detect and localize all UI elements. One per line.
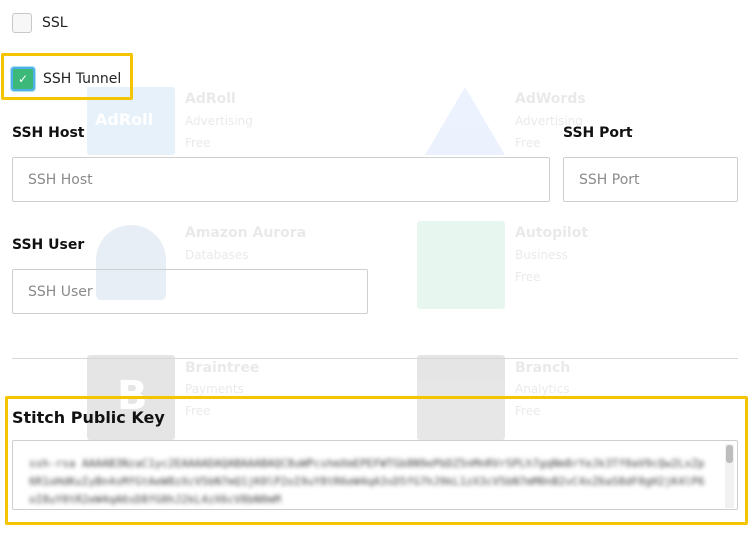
ssh-host-label: SSH Host xyxy=(12,125,85,141)
section-divider xyxy=(12,358,738,359)
public-key-scroll-thumb[interactable] xyxy=(726,445,733,463)
ssh-tunnel-label: SSH Tunnel xyxy=(43,71,122,87)
ssl-option[interactable]: SSL xyxy=(12,13,68,33)
ssl-label: SSL xyxy=(42,15,68,31)
checkmark-icon: ✓ xyxy=(17,72,29,86)
public-key-textarea[interactable]: ssh-rsa AAAAB3NzaC1yc2EAAAADAQABAAABAQC8… xyxy=(12,440,738,510)
public-key-value: ssh-rsa AAAAB3NzaC1yc2EAAAADAQABAAABAQC8… xyxy=(29,457,705,506)
ssh-user-input[interactable] xyxy=(12,269,368,314)
connection-settings-form: SSL ✓ SSH Tunnel SSH Host SSH Port SSH U… xyxy=(0,0,752,536)
ssh-user-label: SSH User xyxy=(12,237,85,253)
ssh-tunnel-option[interactable]: ✓ SSH Tunnel xyxy=(11,67,121,91)
ssh-port-input[interactable] xyxy=(563,157,738,202)
ssl-checkbox[interactable] xyxy=(12,13,32,33)
ssh-host-input[interactable] xyxy=(12,157,550,202)
public-key-title: Stitch Public Key xyxy=(12,408,165,427)
ssh-tunnel-checkbox[interactable]: ✓ xyxy=(11,67,35,91)
ssh-port-label: SSH Port xyxy=(563,125,633,141)
